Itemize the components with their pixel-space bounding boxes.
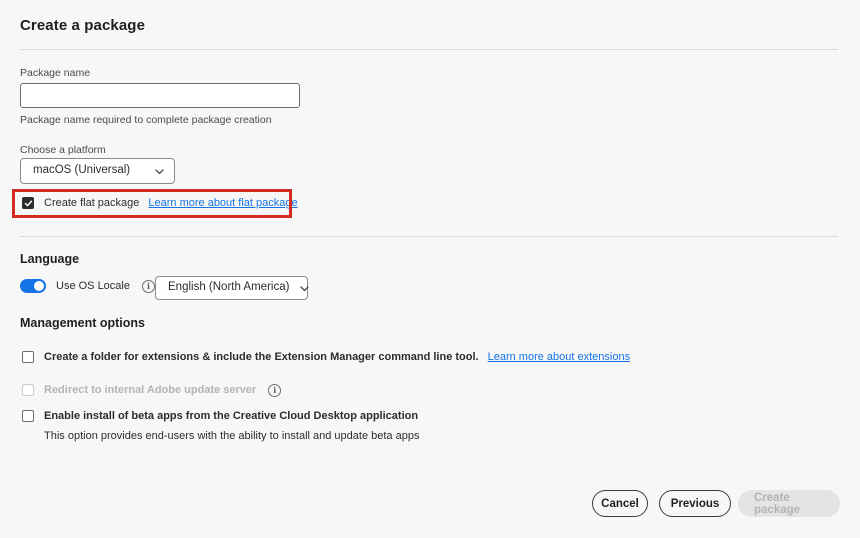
platform-select[interactable]: macOS (Universal) bbox=[20, 158, 175, 184]
platform-select-value: macOS (Universal) bbox=[33, 164, 131, 177]
learn-more-extensions-link[interactable]: Learn more about extensions bbox=[488, 351, 630, 363]
redirect-update-server-row: Redirect to internal Adobe update server… bbox=[22, 383, 282, 397]
extensions-folder-checkbox[interactable] bbox=[22, 351, 34, 363]
package-name-helper-text: Package name required to complete packag… bbox=[20, 114, 272, 126]
use-os-locale-label: Use OS Locale bbox=[56, 280, 130, 292]
locale-select[interactable]: English (North America) bbox=[155, 276, 310, 300]
create-flat-package-label: Create flat package bbox=[44, 197, 140, 209]
management-options-heading: Management options bbox=[20, 316, 146, 330]
create-package-button: Create package bbox=[738, 490, 840, 517]
locale-select-value: English (North America) bbox=[168, 281, 290, 294]
enable-beta-apps-label: Enable install of beta apps from the Cre… bbox=[44, 410, 419, 422]
use-os-locale-toggle[interactable] bbox=[20, 279, 46, 293]
previous-button[interactable]: Previous bbox=[659, 490, 731, 517]
toggle-knob bbox=[34, 281, 44, 291]
chevron-down-icon bbox=[299, 283, 310, 294]
page-header: Create a package bbox=[20, 16, 838, 36]
cancel-button[interactable]: Cancel bbox=[592, 490, 648, 517]
create-flat-package-checkbox[interactable] bbox=[22, 197, 34, 209]
use-os-locale-row[interactable]: Use OS Locale i bbox=[20, 279, 155, 293]
page-title: Create a package bbox=[20, 17, 146, 34]
enable-beta-apps-checkbox[interactable] bbox=[22, 410, 34, 422]
learn-more-flat-package-link[interactable]: Learn more about flat package bbox=[148, 197, 297, 209]
language-heading: Language bbox=[20, 252, 80, 266]
redirect-update-server-checkbox bbox=[22, 384, 34, 396]
info-icon[interactable]: i bbox=[268, 383, 282, 397]
enable-beta-apps-row[interactable]: Enable install of beta apps from the Cre… bbox=[22, 409, 418, 423]
section-divider bbox=[20, 236, 838, 237]
header-divider bbox=[20, 49, 838, 50]
redirect-update-server-label: Redirect to internal Adobe update server bbox=[44, 384, 257, 396]
package-name-input[interactable] bbox=[20, 83, 300, 108]
extensions-folder-label: Create a folder for extensions & include… bbox=[44, 351, 479, 363]
extensions-folder-row[interactable]: Create a folder for extensions & include… bbox=[22, 350, 630, 364]
chevron-down-icon bbox=[154, 166, 165, 177]
package-name-label: Package name bbox=[20, 67, 91, 79]
create-flat-package-row[interactable]: Create flat package Learn more about fla… bbox=[22, 196, 298, 210]
info-icon[interactable]: i bbox=[141, 279, 155, 293]
enable-beta-apps-description: This option provides end-users with the … bbox=[44, 430, 420, 442]
create-package-page: Create a package Package name Package na… bbox=[0, 0, 860, 538]
platform-label: Choose a platform bbox=[20, 144, 106, 156]
